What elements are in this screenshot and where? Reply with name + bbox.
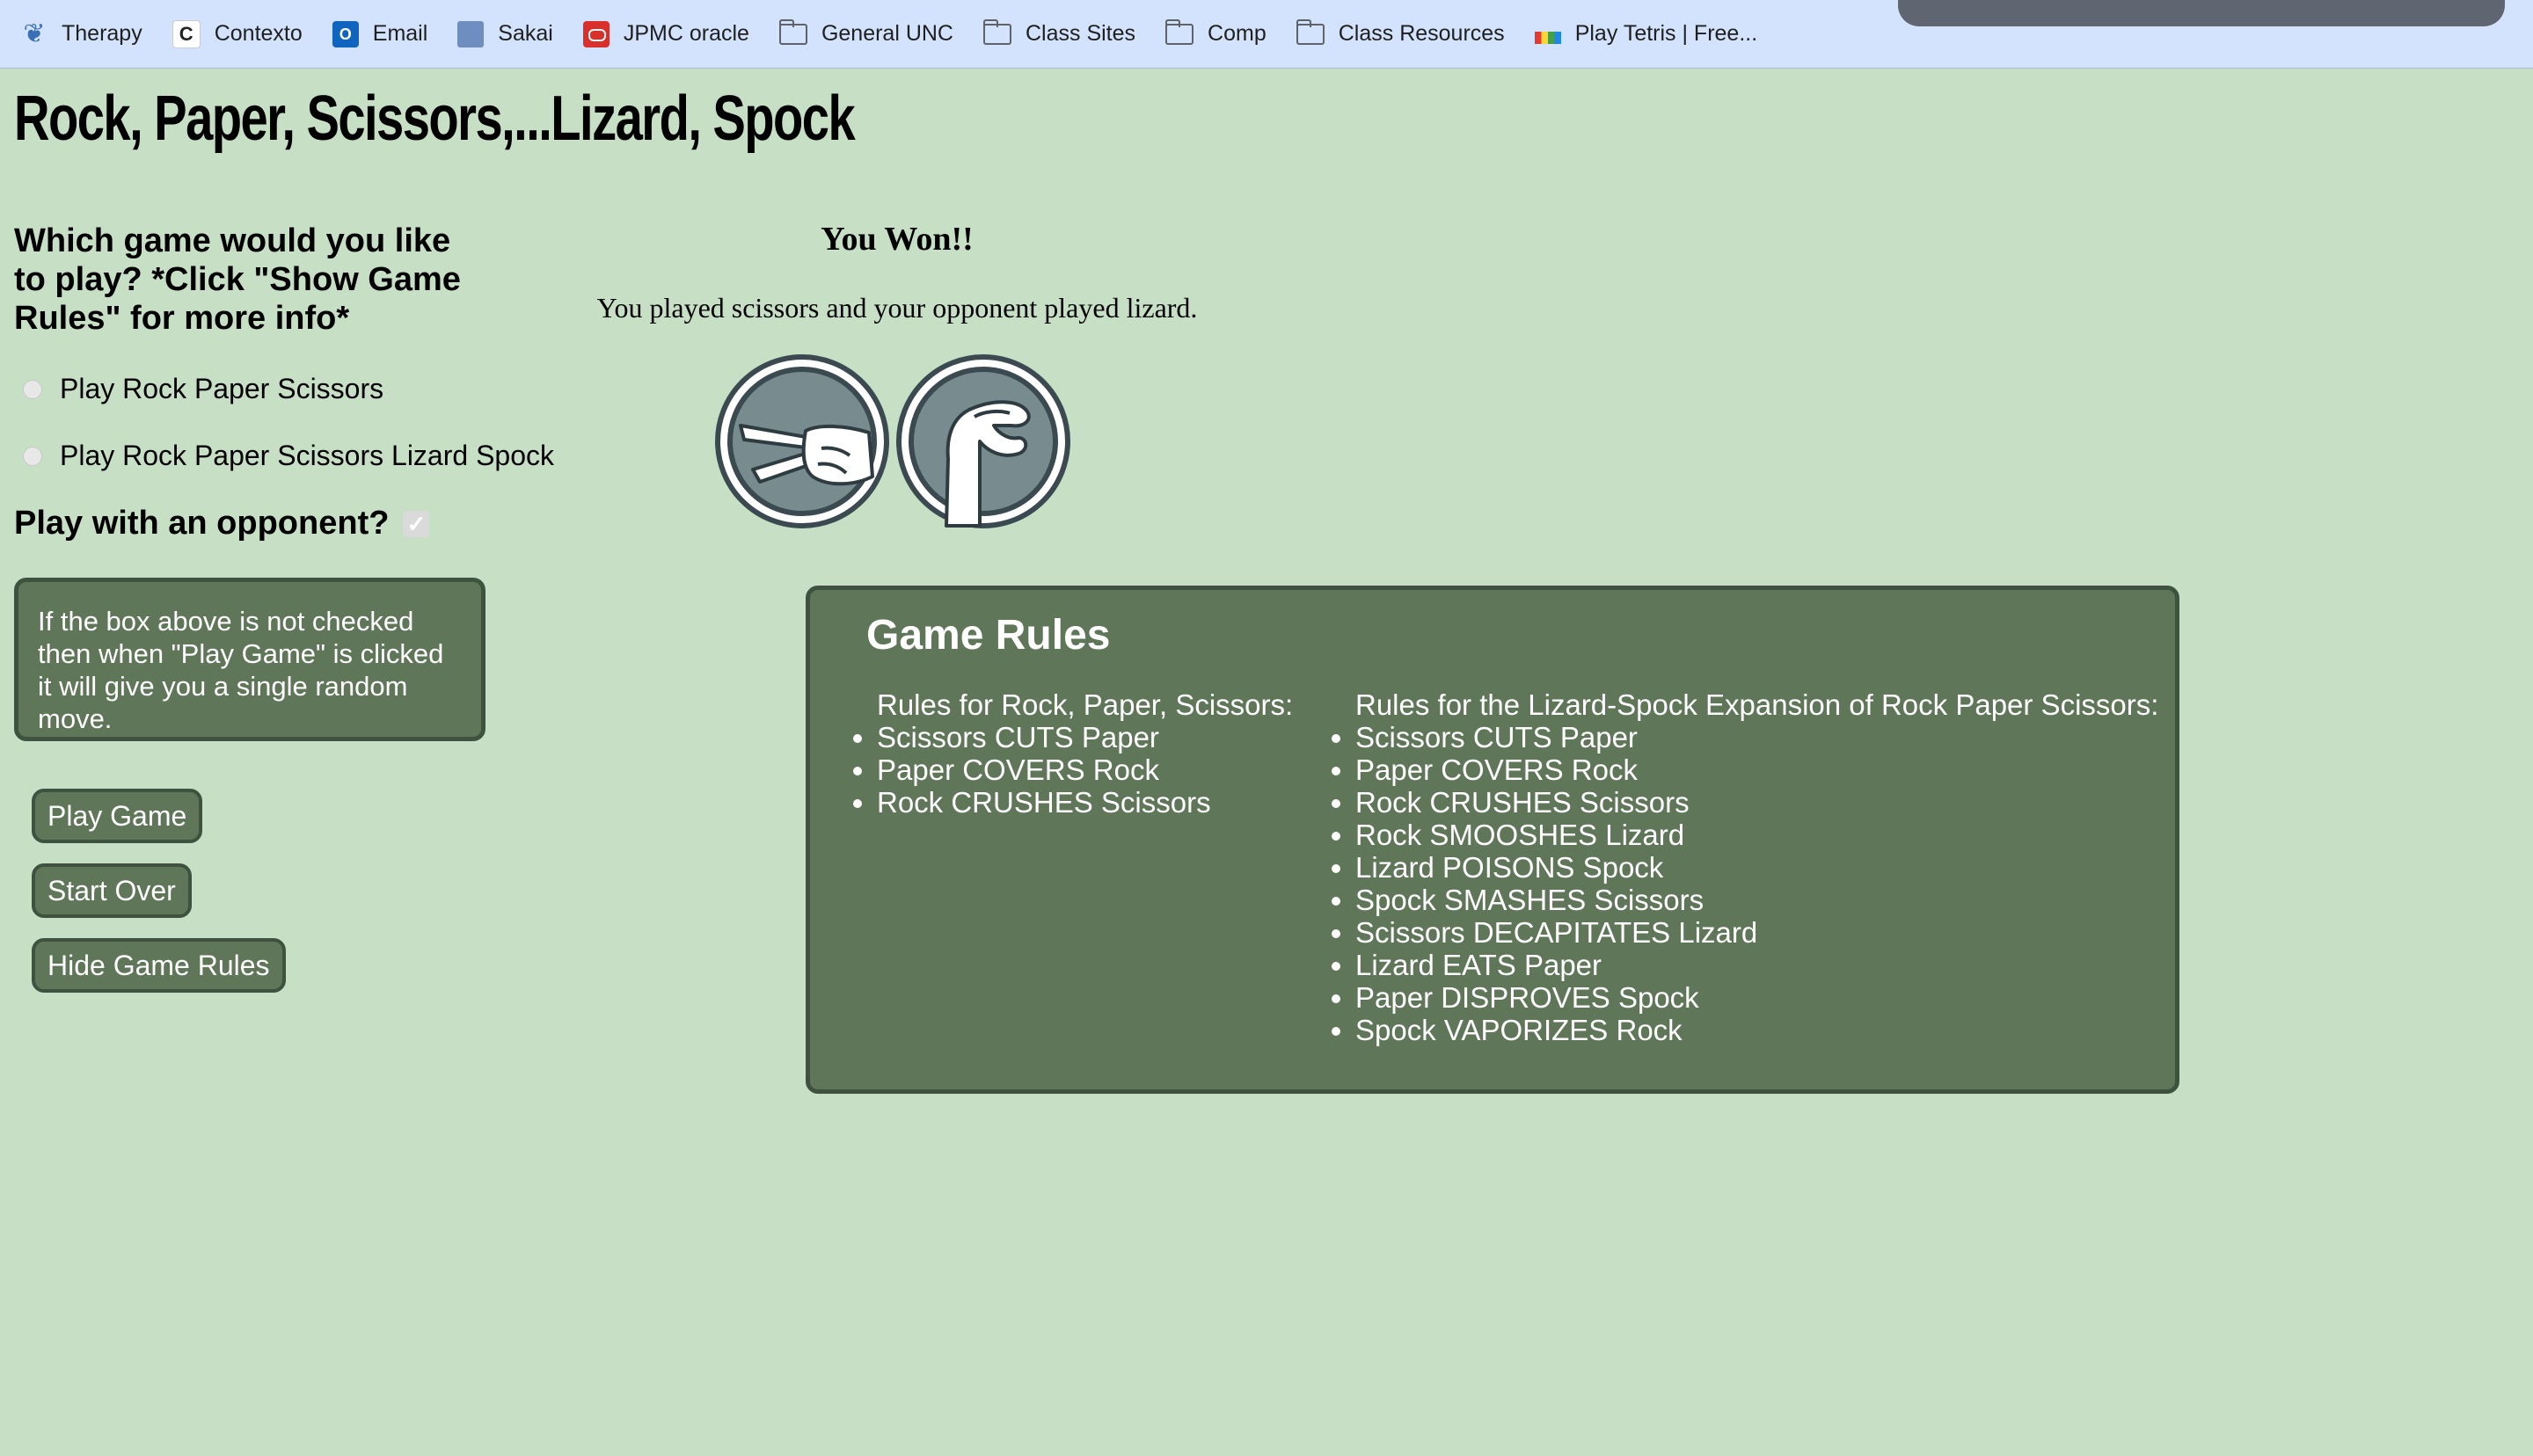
start-over-button[interactable]: Start Over [32,863,192,918]
rule-item: Paper COVERS Rock [877,753,1293,786]
bookmark-play-tetris[interactable]: Play Tetris | Free... [1534,21,1758,47]
scissors-hand-icon [715,354,889,528]
bookmark-jpmc-oracle[interactable]: JPMC oracle [582,20,749,47]
bookmark-label: Contexto [214,21,303,46]
option-label: Play Rock Paper Scissors [60,373,384,404]
rpsls-rules: Rules for the Lizard-Spock Expansion of … [1325,688,2158,1046]
rule-item: Spock SMASHES Scissors [1355,884,2158,916]
rule-item: Spock VAPORIZES Rock [1355,1014,2158,1046]
folder-icon [983,18,1011,45]
bookmark-label: Class Resources [1338,21,1505,46]
bookmark-email[interactable]: O Email [332,20,428,47]
rule-item: Lizard EATS Paper [1355,949,2158,981]
outlook-icon: O [332,20,359,47]
option-rpsls[interactable]: Play Rock Paper Scissors Lizard Spock [23,440,554,472]
rules-title: Game Rules [866,612,1111,659]
rule-item: Rock CRUSHES Scissors [1355,786,2158,819]
bookmark-label: Therapy [62,21,142,46]
oracle-icon [582,20,610,47]
opponent-note: If the box above is not checked then whe… [14,578,485,741]
bookmark-contexto[interactable]: C Contexto [172,19,303,48]
rps-rules-list: Scissors CUTS Paper Paper COVERS Rock Ro… [847,721,1293,819]
bookmark-label: Comp [1208,21,1266,46]
option-label: Play Rock Paper Scissors Lizard Spock [60,440,554,471]
bookmark-label: Sakai [498,21,553,46]
lizard-hand-icon [896,354,1070,528]
butterfly-icon: ❦ [23,18,46,48]
page-title: Rock, Paper, Scissors,...Lizard, Spock [14,84,856,154]
rpsls-rules-heading: Rules for the Lizard-Spock Expansion of … [1355,688,2159,721]
rule-item: Rock SMOOSHES Lizard [1355,819,2158,851]
bookmark-label: Email [372,21,428,46]
overlay-popup [1898,0,2505,26]
rule-item: Scissors CUTS Paper [1355,721,2158,753]
folder-icon [1296,18,1325,45]
rule-item: Paper COVERS Rock [1355,753,2158,786]
rpsls-radio[interactable] [23,446,42,466]
result-title: You Won!! [821,221,974,258]
tetris-icon [1534,31,1561,44]
rpsls-rules-list: Scissors CUTS Paper Paper COVERS Rock Ro… [1325,721,2158,1046]
rule-item: Rock CRUSHES Scissors [877,786,1293,819]
opponent-checkbox[interactable]: ✓ [403,510,430,537]
contexto-icon: C [172,19,201,48]
rps-rules-heading: Rules for Rock, Paper, Scissors: [877,688,1294,721]
folder-icon [1165,18,1194,45]
rps-rules: Rules for Rock, Paper, Scissors: Scissor… [847,688,1293,819]
bookmark-label: General UNC [821,21,953,46]
bookmark-therapy[interactable]: ❦ Therapy [21,18,142,48]
folder-icon [778,18,807,45]
rps-radio[interactable] [23,379,42,399]
bookmark-sakai[interactable]: Sakai [457,20,553,47]
bookmark-label: Play Tetris | Free... [1574,21,1758,46]
result-text: You played scissors and your opponent pl… [596,292,1198,324]
play-game-button[interactable]: Play Game [32,789,203,843]
rule-item: Scissors CUTS Paper [877,721,1293,753]
bookmark-label: JPMC oracle [623,21,749,46]
sakai-icon [457,20,485,47]
game-rules-panel: Game Rules Rules for Rock, Paper, Scisso… [806,586,2179,1094]
hide-rules-button[interactable]: Hide Game Rules [32,938,286,993]
rule-item: Scissors DECAPITATES Lizard [1355,916,2158,949]
game-question: Which game would you like to play? *Clic… [14,222,461,337]
bookmark-comp[interactable]: Comp [1165,18,1266,47]
rule-item: Paper DISPROVES Spock [1355,981,2158,1014]
opponent-row: Play with an opponent? ✓ [14,505,430,542]
bookmark-class-resources[interactable]: Class Resources [1296,18,1505,47]
bookmark-general-unc[interactable]: General UNC [778,18,953,47]
option-rps[interactable]: Play Rock Paper Scissors [23,373,383,405]
bookmark-class-sites[interactable]: Class Sites [983,18,1136,47]
bookmark-label: Class Sites [1026,21,1136,46]
opponent-label: Play with an opponent? [14,505,390,542]
rule-item: Lizard POISONS Spock [1355,851,2158,884]
